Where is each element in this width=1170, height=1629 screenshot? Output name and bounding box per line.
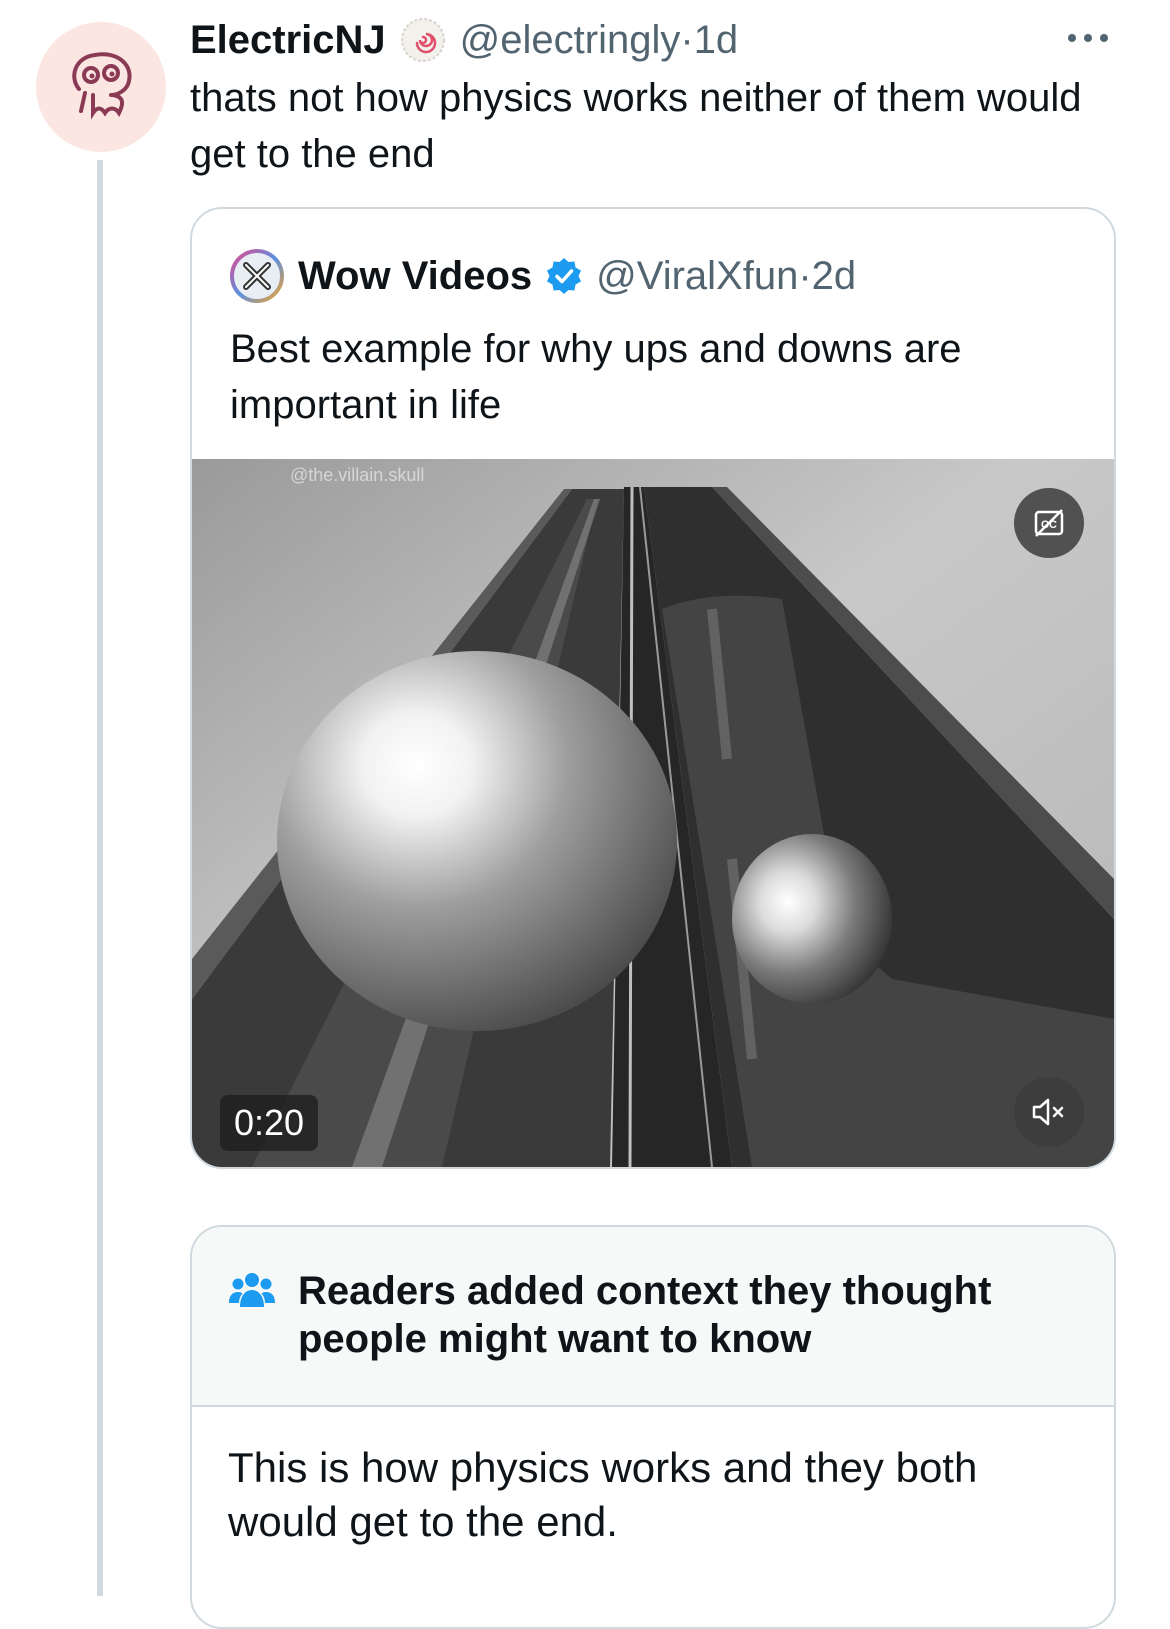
- cartoon-face-avatar-icon: [72, 52, 132, 120]
- captions-off-icon: CC: [1034, 509, 1064, 537]
- community-note-header: Readers added context they thought peopl…: [192, 1227, 1114, 1407]
- quote-author-name[interactable]: Wow Videos: [298, 254, 532, 299]
- quoted-post[interactable]: Wow Videos @ViralXfun · 2d Best example …: [190, 207, 1116, 1169]
- wow-videos-logo-icon[interactable]: [230, 249, 284, 303]
- more-options-icon[interactable]: [1064, 24, 1112, 52]
- video-player[interactable]: @the.villain.skull CC 0:20: [192, 459, 1114, 1167]
- reply-text: thats not how physics works neither of t…: [190, 76, 1082, 176]
- quote-header: Wow Videos @ViralXfun · 2d: [230, 249, 857, 303]
- author-handle[interactable]: @electringly: [460, 18, 681, 63]
- captions-button[interactable]: CC: [1014, 488, 1084, 558]
- thread-line: [97, 160, 103, 1596]
- speaker-muted-icon: [1032, 1098, 1064, 1126]
- quote-author-handle[interactable]: @ViralXfun: [596, 254, 798, 299]
- verified-badge-icon[interactable]: [544, 256, 584, 296]
- time-separator: ·: [680, 17, 694, 62]
- quote-time-separator: ·: [798, 253, 812, 298]
- avatar[interactable]: [36, 22, 166, 152]
- mute-button[interactable]: [1014, 1077, 1084, 1147]
- video-frame: [192, 459, 1114, 1167]
- community-note-title: Readers added context they thought peopl…: [298, 1269, 992, 1361]
- quote-post-time[interactable]: 2d: [812, 254, 857, 299]
- spiral-badge-icon[interactable]: [400, 17, 446, 63]
- post-time[interactable]: 1d: [694, 18, 739, 63]
- video-watermark: @the.villain.skull: [290, 465, 425, 485]
- community-note-body: This is how physics works and they both …: [228, 1444, 978, 1545]
- quote-text: Best example for why ups and downs are i…: [230, 327, 962, 427]
- reply-header: ElectricNJ @electringly · 1d: [190, 14, 738, 66]
- author-name[interactable]: ElectricNJ: [190, 18, 386, 63]
- community-note[interactable]: Readers added context they thought peopl…: [190, 1225, 1116, 1629]
- video-duration: 0:20: [220, 1095, 319, 1151]
- people-icon: [229, 1273, 275, 1307]
